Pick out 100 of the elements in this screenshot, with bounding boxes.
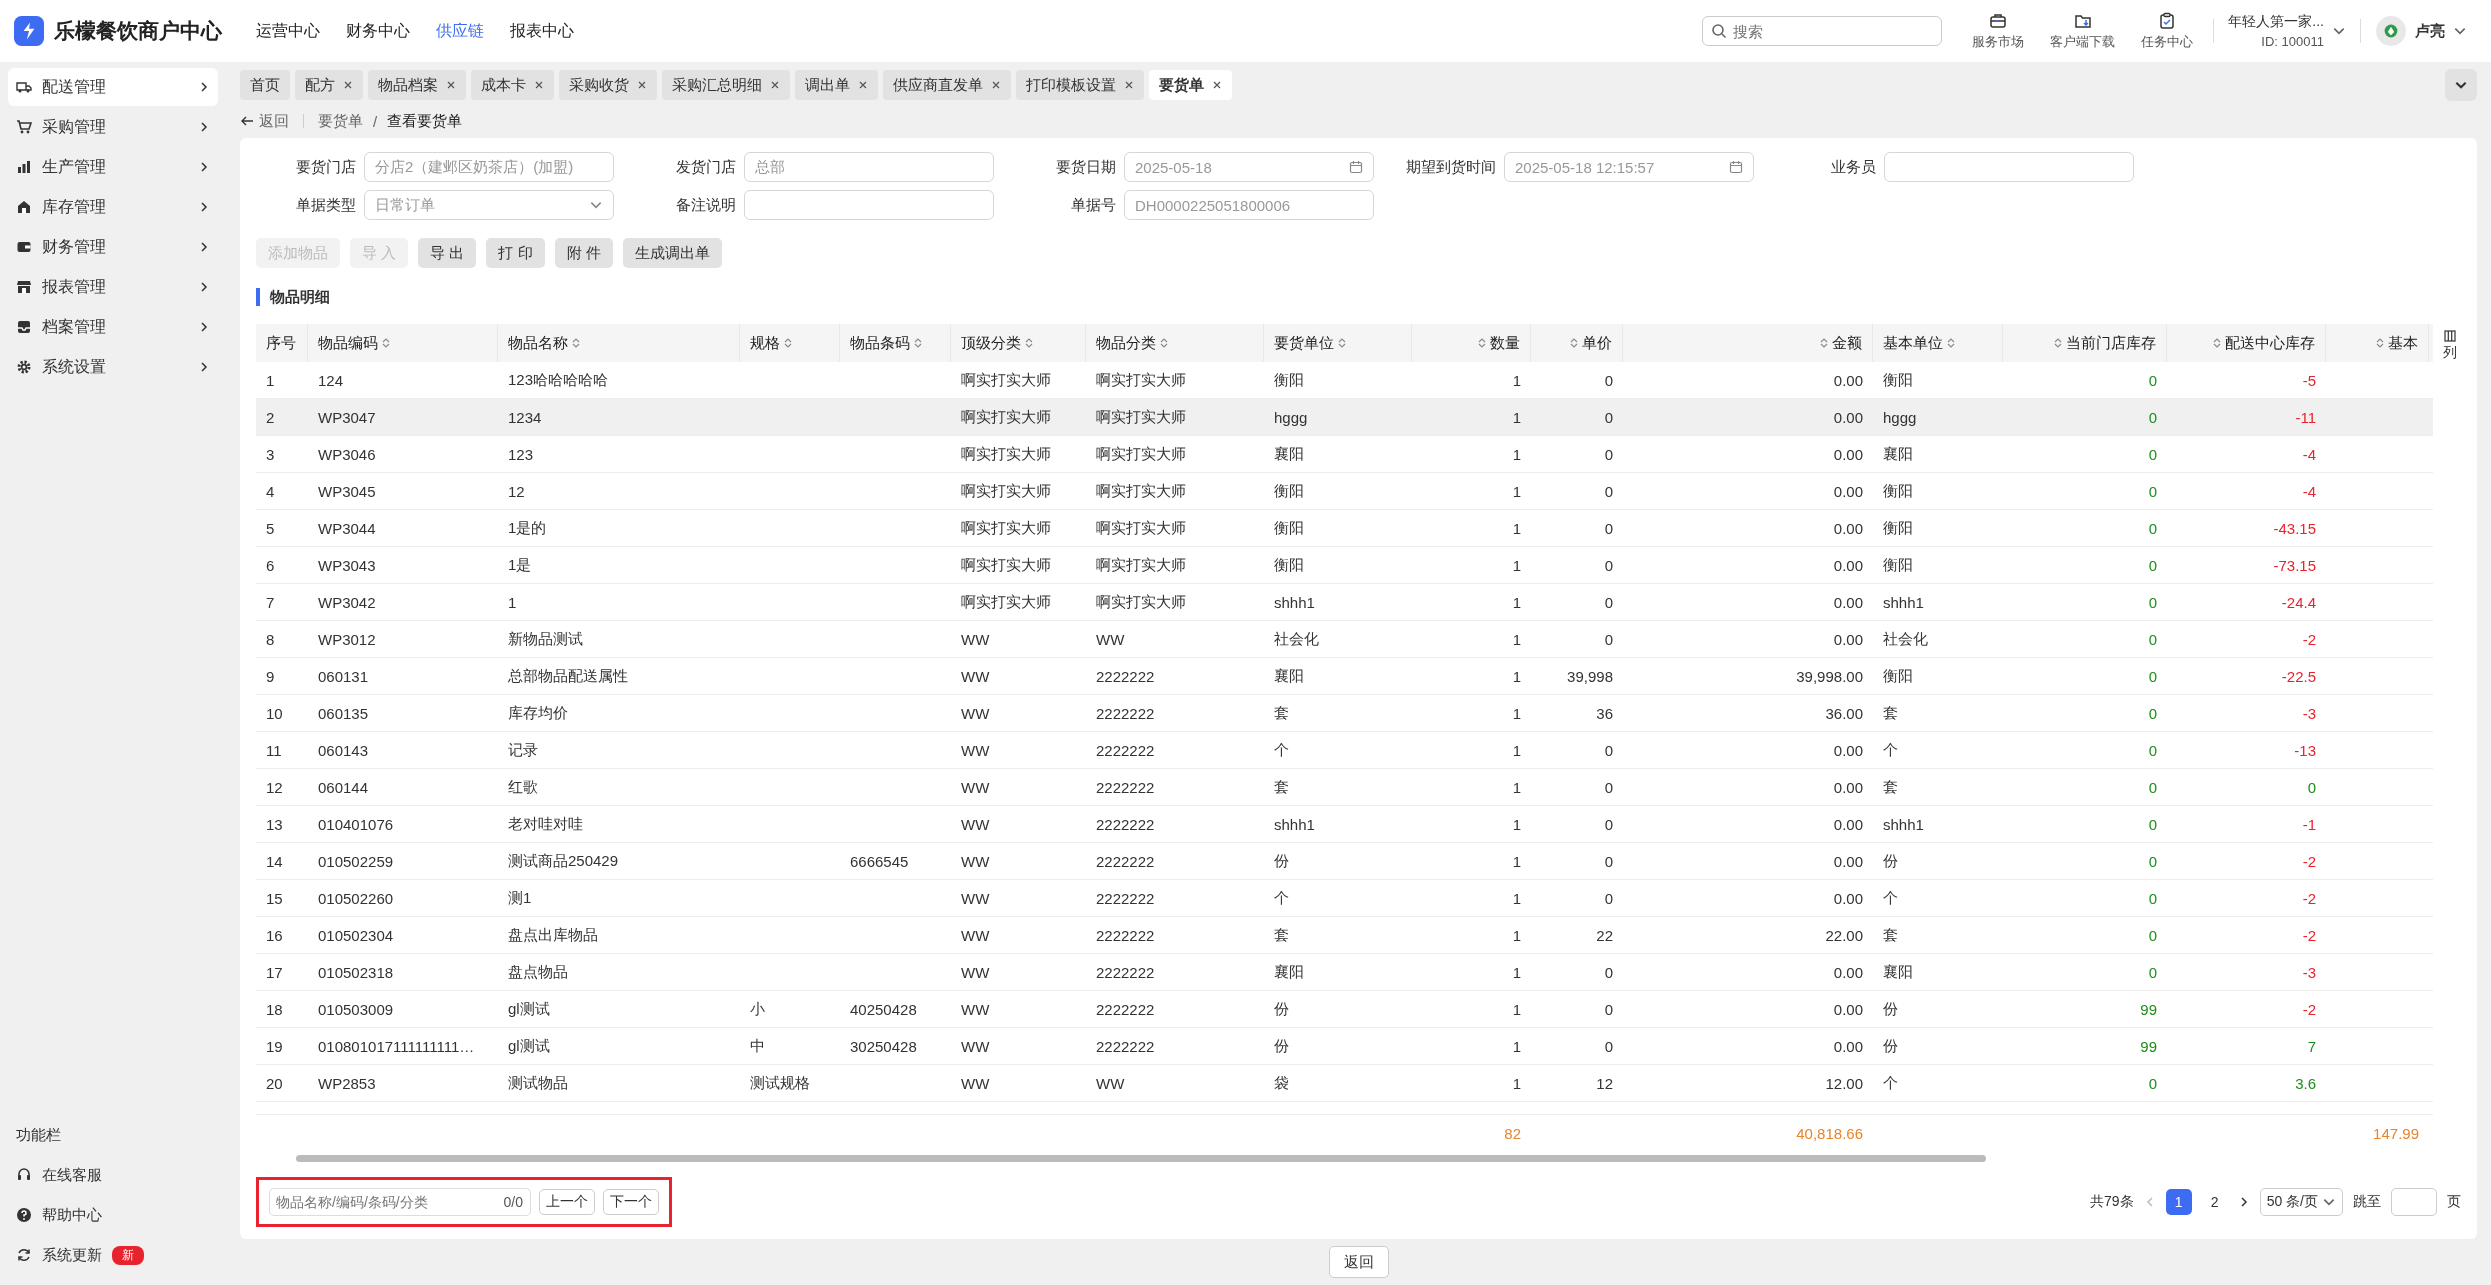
sidebar-item[interactable]: 系统设置 (8, 348, 218, 386)
table-row[interactable]: 13 010401076 老对哇对哇 WW 2222222 shhh1 1 0 0.00 shhh1 0 -1 (256, 806, 2433, 843)
table-row[interactable]: 17 010502318 盘点物品 WW 2222222 襄阳 1 0 0.00 襄阳 0 -3 (256, 954, 2433, 991)
sidebar-item[interactable]: 配送管理 (8, 68, 218, 106)
table-cell-text: 10 (265, 703, 284, 724)
column-header[interactable]: 基本 (2326, 324, 2429, 362)
tab[interactable]: 配方 (295, 70, 363, 100)
tab[interactable]: 采购收货 (559, 70, 657, 100)
table-row[interactable]: 14 010502259 测试商品250429 6666545 WW 2222222 份 1 0 0.00 份 0 -2 (256, 843, 2433, 880)
sidebar-item[interactable]: 财务管理 (8, 228, 218, 266)
tab[interactable]: 要货单 (1149, 70, 1232, 100)
input-field[interactable] (744, 190, 994, 220)
table-row[interactable]: 2 WP3047 1234 啊实打实大师 啊实打实大师 hggg 1 0 0.00 hggg 0 -11 (256, 399, 2433, 436)
back-link[interactable]: 返回 (240, 111, 289, 131)
action-button[interactable]: 生成调出单 (622, 238, 722, 268)
search-field[interactable]: 搜索 (1702, 16, 1943, 46)
nav-item[interactable]: 供应链 (436, 20, 484, 42)
table-row[interactable]: 4 WP3045 12 啊实打实大师 啊实打实大师 衡阳 1 0 0.00 衡阳 0 -4 (256, 473, 2433, 510)
table-row[interactable]: 5 WP3044 1是的 啊实打实大师 啊实打实大师 衡阳 1 0 0.00 衡阳 0 -43.15 (256, 510, 2433, 547)
sidebar-item[interactable]: 采购管理 (8, 108, 218, 146)
search-icon (1711, 23, 1728, 39)
table-row[interactable]: 15 010502260 测1 WW 2222222 个 1 0 0.00 个 0 -2 (256, 880, 2433, 917)
column-header[interactable]: 要货单位 (1264, 324, 1412, 362)
page-button[interactable]: 1 (2165, 1189, 2192, 1215)
close-icon[interactable] (637, 80, 647, 90)
next-button[interactable]: 下一个 (603, 1189, 659, 1215)
close-icon[interactable] (534, 80, 544, 90)
column-header[interactable]: 物品条码 (840, 324, 951, 362)
tab[interactable]: 物品档案 (368, 70, 466, 100)
user-menu[interactable]: 卢亮 (2375, 15, 2467, 47)
table-cell-text: 1 (1511, 1073, 1522, 1094)
table-row[interactable]: 10 060135 库存均价 WW 2222222 套 1 36 36.00 套 0 -3 (256, 695, 2433, 732)
table-row[interactable]: 12 060144 红歌 WW 2222222 套 1 0 0.00 套 0 0 (256, 769, 2433, 806)
column-header[interactable]: 序号 (256, 324, 308, 362)
table-row[interactable]: 7 WP3042 1 啊实打实大师 啊实打实大师 shhh1 1 0 0.00 shhh1 0 -24.4 (256, 584, 2433, 621)
close-icon[interactable] (343, 80, 353, 90)
nav-item[interactable]: 运营中心 (256, 20, 320, 42)
action-button[interactable]: 导 出 (418, 238, 477, 268)
sidebar-item[interactable]: 档案管理 (8, 308, 218, 346)
page-size-select[interactable]: 50 条/页 (2259, 1188, 2343, 1216)
table-row[interactable]: 11 060143 记录 WW 2222222 个 1 0 0.00 个 0 -13 (256, 732, 2433, 769)
column-header[interactable]: 物品分类 (1086, 324, 1264, 362)
column-header[interactable]: 配送中心库存 (2167, 324, 2326, 362)
column-header[interactable]: 基本单位 (1873, 324, 2003, 362)
table-row[interactable]: 20 WP2853 测试物品 测试规格 WW WW 袋 1 12 12.00 个 0 3.6 (256, 1065, 2433, 1102)
toolbar-button[interactable]: 服务市场 (1966, 11, 2031, 51)
nav-item[interactable]: 报表中心 (510, 20, 574, 42)
table-cell-text: 17 (265, 962, 284, 983)
table-cell-text: 社会化 (1882, 628, 1929, 649)
function-bar-title: 功能栏 (15, 1126, 62, 1145)
action-button[interactable]: 打 印 (486, 238, 545, 268)
account-switcher[interactable]: 年轻人第一家... ID: 100011 (2228, 13, 2346, 49)
column-header[interactable]: 数量 (1412, 324, 1531, 362)
previous-button[interactable]: 上一个 (539, 1189, 595, 1215)
return-button[interactable]: 返回 (1328, 1246, 1389, 1278)
page-button[interactable]: 2 (2201, 1189, 2228, 1215)
toolbar-button[interactable]: 客户端下载 (2044, 11, 2122, 51)
table-row[interactable]: 9 060131 总部物品配送属性 WW 2222222 襄阳 1 39,998 39,998.00 衡阳 0 -22.5 (256, 658, 2433, 695)
column-header[interactable]: 物品名称 (498, 324, 740, 362)
table-row[interactable]: 18 010503009 gl测试 小 40250428 WW 2222222 份 1 0 0.00 份 99 -2 (256, 991, 2433, 1028)
input-field[interactable] (1884, 152, 2134, 182)
table-row[interactable]: 16 010502304 盘点出库物品 WW 2222222 套 1 22 22.00 套 0 -2 (256, 917, 2433, 954)
column-header[interactable]: 规格 (740, 324, 840, 362)
function-bar-item[interactable]: 在线客服 (8, 1159, 218, 1191)
tab[interactable]: 供应商直发单 (883, 70, 1011, 100)
table-row[interactable]: 19 010801017111111111… gl测试 中 30250428 WW 2222222 份 1 0 0.00 份 99 7 (256, 1028, 2433, 1065)
column-header[interactable]: 顶级分类 (951, 324, 1086, 362)
function-bar-item[interactable]: 帮助中心 (8, 1199, 218, 1231)
breadcrumb-item[interactable]: 要货单 (318, 111, 363, 131)
column-header[interactable]: 当前门店库存 (2003, 324, 2167, 362)
tab[interactable]: 成本卡 (471, 70, 554, 100)
function-bar-item[interactable]: 系统更新 新 (8, 1239, 218, 1271)
close-icon[interactable] (770, 80, 780, 90)
page-jump-field[interactable] (2391, 1188, 2437, 1216)
close-icon[interactable] (446, 80, 456, 90)
table-row[interactable]: 8 WP3012 新物品测试 WW WW 社会化 1 0 0.00 社会化 0 -2 (256, 621, 2433, 658)
column-settings-button[interactable]: 列 (2439, 330, 2461, 362)
column-header[interactable]: 单价 (1531, 324, 1623, 362)
nav-item[interactable]: 财务中心 (346, 20, 410, 42)
table-row[interactable]: 3 WP3046 123 啊实打实大师 啊实打实大师 襄阳 1 0 0.00 襄阳 0 -4 (256, 436, 2433, 473)
action-button[interactable]: 附 件 (554, 238, 613, 268)
toolbar-button[interactable]: 任务中心 (2135, 11, 2200, 51)
sidebar-item[interactable]: 库存管理 (8, 188, 218, 226)
column-header[interactable]: 金额 (1623, 324, 1873, 362)
collapse-button[interactable] (2445, 69, 2477, 101)
tab[interactable]: 采购汇总明细 (662, 70, 790, 100)
tab[interactable]: 打印模板设置 (1016, 70, 1144, 100)
close-icon[interactable] (1212, 80, 1222, 90)
total-cell-text: 40,818.66 (1795, 1123, 1864, 1144)
table-row[interactable]: 6 WP3043 1是 啊实打实大师 啊实打实大师 衡阳 1 0 0.00 衡阳 0 -73.15 (256, 547, 2433, 584)
tab[interactable]: 调出单 (795, 70, 878, 100)
column-header[interactable]: 物品编码 (308, 324, 498, 362)
sidebar-item[interactable]: 生产管理 (8, 148, 218, 186)
table-cell-text: 010502318 (317, 962, 395, 983)
sidebar-item[interactable]: 报表管理 (8, 268, 218, 306)
close-icon[interactable] (991, 80, 1001, 90)
close-icon[interactable] (1124, 80, 1134, 90)
close-icon[interactable] (858, 80, 868, 90)
tab[interactable]: 首页 (240, 70, 290, 100)
table-cell-text: 0 (2147, 740, 2158, 761)
